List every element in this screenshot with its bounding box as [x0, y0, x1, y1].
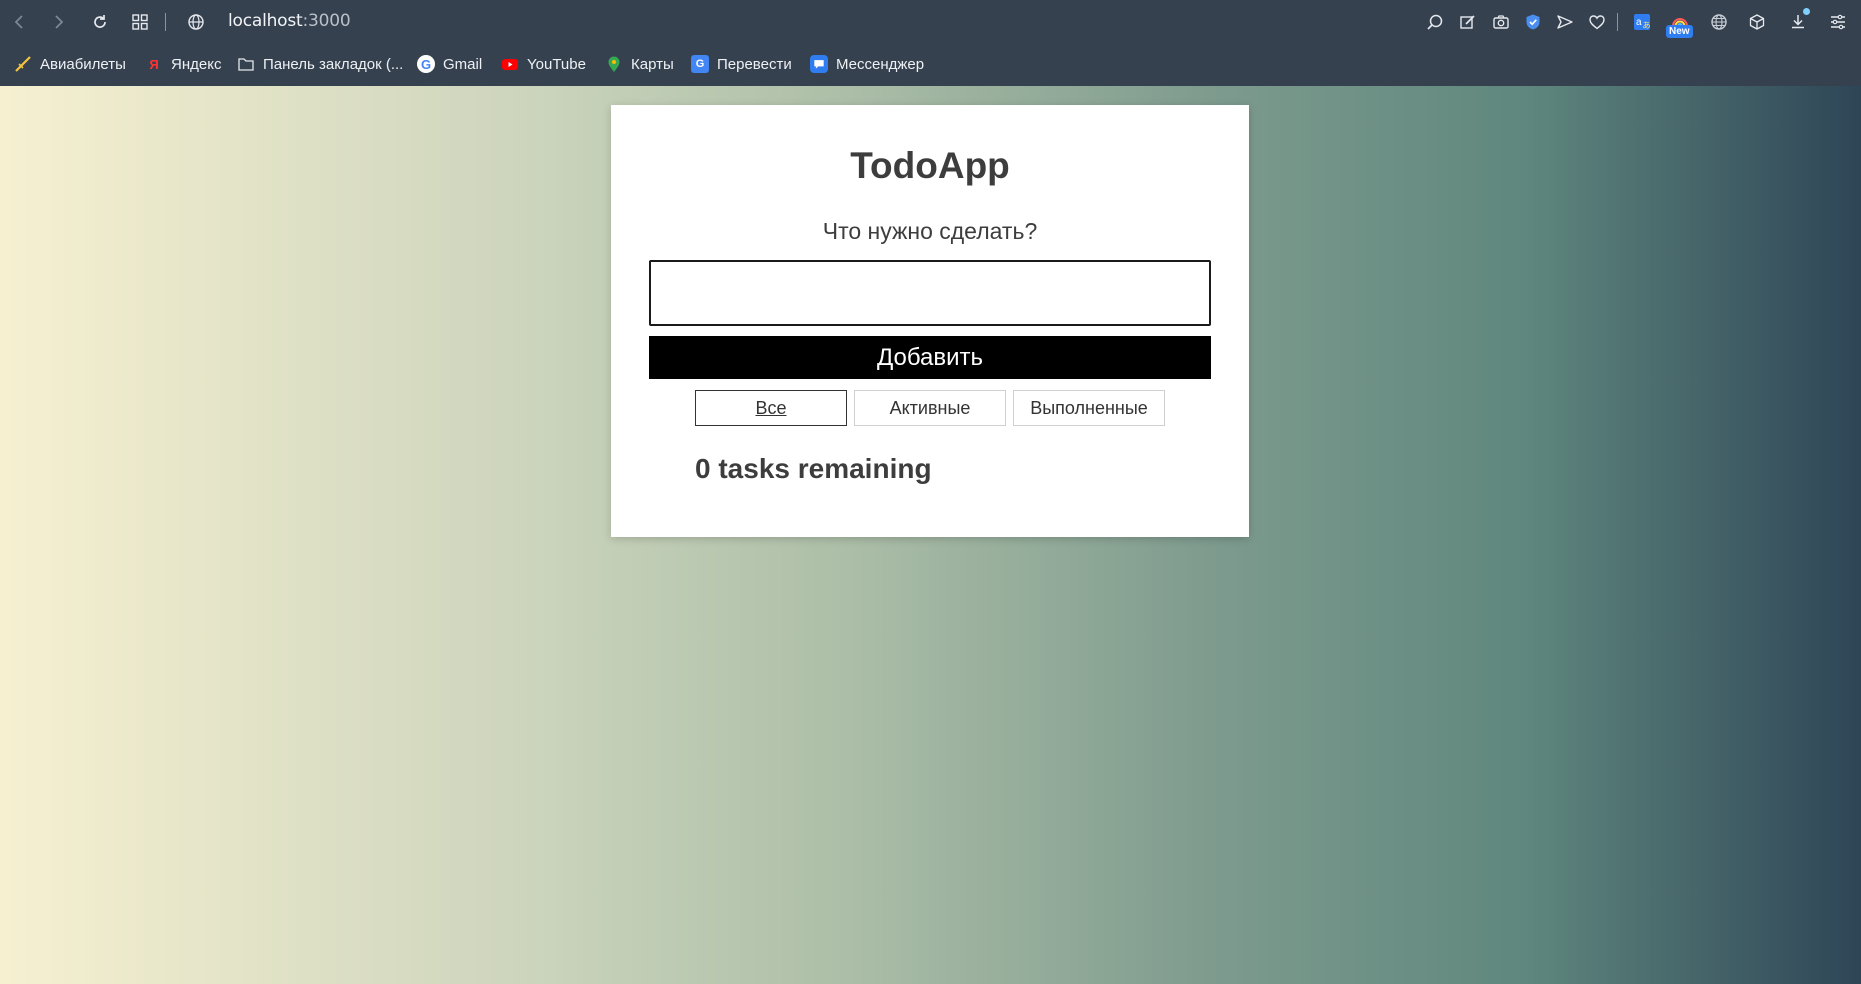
bookmark-gmail[interactable]: G Gmail [417, 52, 482, 76]
camera-icon[interactable] [1489, 10, 1513, 34]
back-icon[interactable] [8, 10, 32, 34]
reload-icon[interactable] [88, 10, 112, 34]
bookmark-label: Панель закладок (... [263, 55, 404, 73]
todo-card: TodoApp Что нужно сделать? Добавить Все … [611, 105, 1249, 537]
address-bar[interactable]: localhost:3000 [228, 11, 351, 31]
edit-icon[interactable] [1456, 10, 1480, 34]
bookmark-aviabilety[interactable]: Авиабилеты [14, 52, 126, 76]
search-zoom-icon[interactable] [1423, 10, 1447, 34]
google-icon: G [417, 55, 435, 73]
bookmark-translate[interactable]: G Перевести [691, 52, 792, 76]
globe-icon [184, 10, 208, 34]
box-icon[interactable] [1745, 10, 1769, 34]
vpn-globe-icon[interactable] [1707, 10, 1731, 34]
url-host: localhost [228, 11, 303, 31]
bookmark-label: YouTube [527, 55, 586, 73]
download-notification-dot [1803, 8, 1810, 15]
bookmark-messenger[interactable]: Мессенджер [810, 52, 924, 76]
translate-icon: G [691, 55, 709, 73]
new-badge: New [1666, 25, 1693, 38]
bookmarks-bar: Авиабилеты Я Яндекс Панель закладок (...… [0, 50, 1861, 78]
filter-completed-button[interactable]: Выполненные [1013, 390, 1165, 426]
send-icon[interactable] [1553, 10, 1577, 34]
page-viewport: TodoApp Что нужно сделать? Добавить Все … [0, 86, 1861, 984]
browser-toolbar: localhost:3000 aあ New [0, 0, 1861, 44]
shield-icon[interactable] [1521, 10, 1545, 34]
bookmark-karty[interactable]: Карты [605, 52, 674, 76]
bookmark-label: Авиабилеты [40, 55, 126, 73]
youtube-icon [501, 55, 519, 73]
bookmark-label: Gmail [443, 55, 483, 73]
tasks-remaining-count: 0 tasks remaining [695, 453, 932, 484]
bookmark-yandex[interactable]: Я Яндекс [145, 52, 221, 76]
tabs-grid-icon[interactable] [128, 10, 152, 34]
url-port: :3000 [302, 11, 351, 31]
translate-ext-icon[interactable]: aあ [1630, 10, 1654, 34]
messenger-icon [810, 55, 828, 73]
bookmark-label: Мессенджер [836, 55, 925, 73]
task-prompt: Что нужно сделать? [822, 218, 1038, 244]
app-title: TodoApp [850, 145, 1010, 186]
bookmark-youtube[interactable]: YouTube [501, 52, 586, 76]
bookmark-label: Карты [631, 55, 674, 73]
forward-icon[interactable] [46, 10, 70, 34]
maps-pin-icon [605, 55, 623, 73]
folder-icon [237, 55, 255, 73]
menu-settings-icon[interactable] [1826, 10, 1850, 34]
task-input[interactable] [649, 260, 1211, 326]
filter-all-button[interactable]: Все [695, 390, 847, 426]
svg-text:あ: あ [1643, 21, 1651, 30]
toolbar-divider-right [1617, 13, 1618, 31]
browser-chrome: localhost:3000 aあ New Авиабилеты Я Яндек… [0, 0, 1861, 86]
add-button[interactable]: Добавить [649, 336, 1211, 379]
svg-text:a: a [1636, 17, 1642, 28]
plane-icon [14, 55, 32, 73]
toolbar-divider [165, 13, 166, 31]
heart-icon[interactable] [1585, 10, 1609, 34]
bookmark-label: Яндекс [171, 55, 222, 73]
bookmark-folder[interactable]: Панель закладок (... [237, 52, 403, 76]
filter-active-button[interactable]: Активные [854, 390, 1006, 426]
yandex-icon: Я [149, 56, 159, 72]
bookmark-label: Перевести [717, 55, 792, 73]
